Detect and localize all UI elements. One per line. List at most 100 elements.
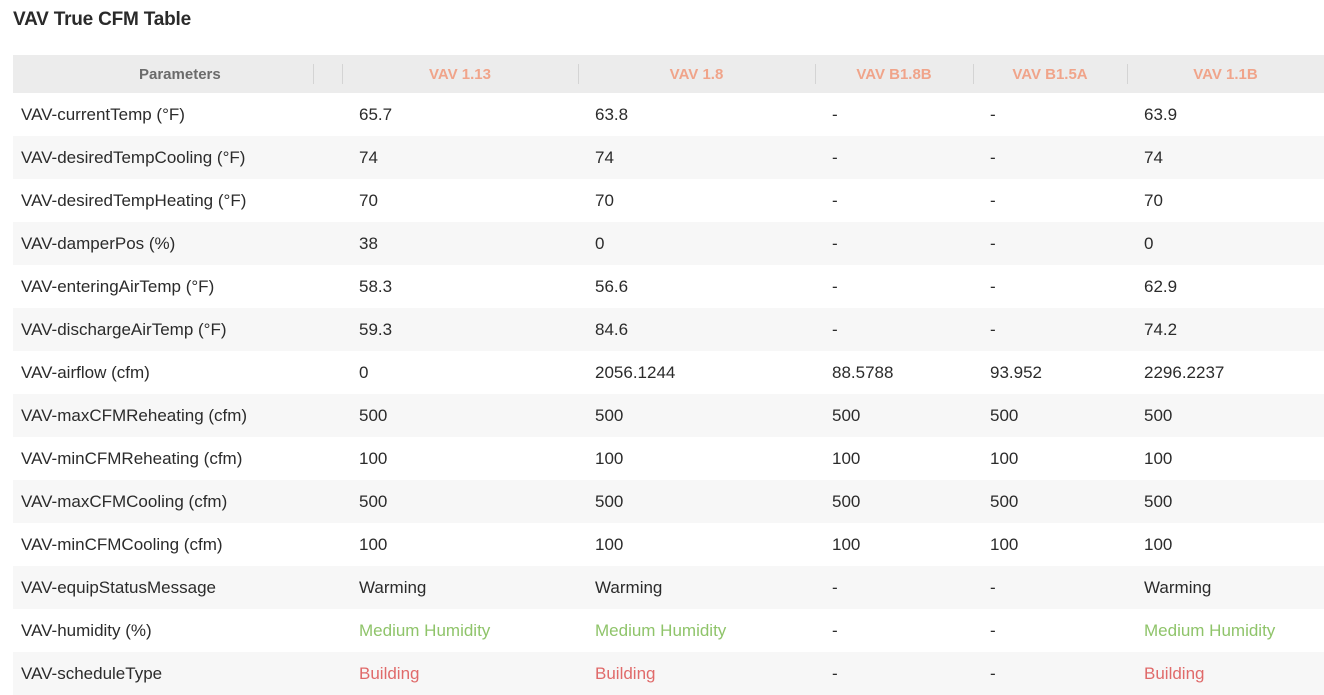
column-separator	[815, 64, 816, 84]
value-cell: -	[832, 620, 838, 640]
value-cell: 93.952	[990, 362, 1042, 382]
parameter-name-cell: VAV-maxCFMReheating (cfm)	[21, 405, 248, 425]
value-cell: 63.8	[595, 104, 629, 124]
table-row: VAV-desiredTempHeating (°F) 70 70 - - 70	[13, 179, 1324, 222]
value-cell: -	[832, 663, 838, 683]
value-cell: -	[832, 276, 838, 296]
table-row: VAV-currentTemp (°F) 65.7 63.8 - - 63.9	[13, 93, 1324, 136]
parameter-name-cell: VAV-currentTemp (°F)	[21, 104, 185, 124]
column-header-label: Parameters	[139, 65, 221, 83]
value-cell: 2056.1244	[595, 362, 676, 382]
value-cell: 74	[359, 147, 378, 167]
value-cell: -	[990, 663, 996, 683]
parameter-name-cell: VAV-damperPos (%)	[21, 233, 176, 253]
value-cell: 70	[595, 190, 614, 210]
parameter-name-cell: VAV-equipStatusMessage	[21, 577, 216, 597]
value-cell: -	[990, 276, 996, 296]
value-cell: 58.3	[359, 276, 393, 296]
value-cell: 2296.2237	[1144, 362, 1225, 382]
parameter-name-cell: VAV-humidity (%)	[21, 620, 152, 640]
value-cell: 100	[832, 534, 861, 554]
value-cell: 59.3	[359, 319, 393, 339]
parameter-name-cell: VAV-minCFMReheating (cfm)	[21, 448, 243, 468]
value-cell: Warming	[359, 577, 427, 597]
column-header-vav[interactable]: VAV B1.8B	[815, 55, 973, 93]
table-row: VAV-equipStatusMessage Warming Warming - - Wa…	[13, 566, 1324, 609]
table-row: VAV-damperPos (%) 38 0 - - 0	[13, 222, 1324, 265]
value-cell: 84.6	[595, 319, 629, 339]
value-cell: -	[990, 620, 996, 640]
value-cell: 500	[595, 491, 624, 511]
header-row: Parameters VAV 1.13 VAV 1.8 VAV B1.8B VA…	[13, 55, 1324, 93]
value-cell: 100	[595, 448, 624, 468]
column-header-vav[interactable]: VAV 1.1B	[1127, 55, 1324, 93]
table-row: VAV-minCFMCooling (cfm) 100 100 100 100 100	[13, 523, 1324, 566]
value-cell: -	[990, 319, 996, 339]
column-separator	[342, 64, 343, 84]
table-row: VAV-enteringAirTemp (°F) 58.3 56.6 - - 62.9	[13, 265, 1324, 308]
column-separator	[313, 64, 314, 84]
value-cell: 74	[1144, 147, 1163, 167]
table-row: VAV-scheduleType Building Building - - Buildi…	[13, 652, 1324, 695]
value-cell: 100	[832, 448, 861, 468]
value-cell: -	[832, 147, 838, 167]
value-cell: 500	[990, 405, 1019, 425]
parameter-name-cell: VAV-maxCFMCooling (cfm)	[21, 491, 228, 511]
value-cell: 500	[595, 405, 624, 425]
parameter-name-cell: VAV-desiredTempHeating (°F)	[21, 190, 247, 210]
table-row: VAV-maxCFMReheating (cfm) 500 500 500 500 500	[13, 394, 1324, 437]
value-cell: Medium Humidity	[1144, 620, 1276, 640]
table-body: VAV-currentTemp (°F) 65.7 63.8 - - 63.9 VAV-de…	[13, 93, 1324, 695]
column-header-vav[interactable]: VAV B1.5A	[973, 55, 1127, 93]
value-cell: 100	[1144, 534, 1173, 554]
column-header-vav[interactable]: VAV 1.13	[342, 55, 578, 93]
table-row: VAV-humidity (%) Medium Humidity Medium Hu…	[13, 609, 1324, 652]
value-cell: -	[990, 233, 996, 253]
value-cell: Warming	[1144, 577, 1212, 597]
value-cell: Building	[595, 663, 656, 683]
value-cell: 88.5788	[832, 362, 894, 382]
value-cell: 500	[990, 491, 1019, 511]
value-cell: Medium Humidity	[359, 620, 491, 640]
value-cell: 74	[595, 147, 614, 167]
table-row: VAV-airflow (cfm) 0 2056.1244 88.5788 93.952…	[13, 351, 1324, 394]
value-cell: 0	[1144, 233, 1154, 253]
column-header-label: VAV 1.13	[429, 65, 491, 83]
column-header-vav[interactable]: VAV 1.8	[578, 55, 815, 93]
value-cell: -	[990, 190, 996, 210]
value-cell: 63.9	[1144, 104, 1178, 124]
value-cell: 100	[990, 534, 1019, 554]
column-separator	[578, 64, 579, 84]
parameter-name-cell: VAV-enteringAirTemp (°F)	[21, 276, 215, 296]
value-cell: 100	[990, 448, 1019, 468]
value-cell: 500	[359, 405, 388, 425]
value-cell: 100	[359, 534, 388, 554]
value-cell: 500	[359, 491, 388, 511]
value-cell: 500	[1144, 491, 1173, 511]
table-row: VAV-minCFMReheating (cfm) 100 100 100 100 100	[13, 437, 1324, 480]
value-cell: 65.7	[359, 104, 393, 124]
cfm-table: Parameters VAV 1.13 VAV 1.8 VAV B1.8B VA…	[13, 55, 1324, 695]
value-cell: -	[990, 147, 996, 167]
value-cell: 74.2	[1144, 319, 1178, 339]
value-cell: Medium Humidity	[595, 620, 727, 640]
value-cell: 0	[595, 233, 605, 253]
table-row: VAV-maxCFMCooling (cfm) 500 500 500 500 500	[13, 480, 1324, 523]
value-cell: Building	[1144, 663, 1205, 683]
value-cell: Building	[359, 663, 420, 683]
value-cell: 500	[1144, 405, 1173, 425]
value-cell: -	[832, 190, 838, 210]
parameter-name-cell: VAV-dischargeAirTemp (°F)	[21, 319, 227, 339]
value-cell: 500	[832, 491, 861, 511]
value-cell: -	[990, 577, 996, 597]
table-row: VAV-dischargeAirTemp (°F) 59.3 84.6 - - 74.2	[13, 308, 1324, 351]
page-title: VAV True CFM Table	[13, 9, 191, 30]
column-header-label: VAV B1.5A	[1012, 65, 1088, 83]
value-cell: -	[832, 233, 838, 253]
column-header-parameters[interactable]: Parameters	[13, 55, 342, 93]
value-cell: 0	[359, 362, 369, 382]
column-header-label: VAV 1.8	[669, 65, 724, 83]
value-cell: -	[832, 577, 838, 597]
table-row: VAV-desiredTempCooling (°F) 74 74 - - 74	[13, 136, 1324, 179]
value-cell: 62.9	[1144, 276, 1178, 296]
